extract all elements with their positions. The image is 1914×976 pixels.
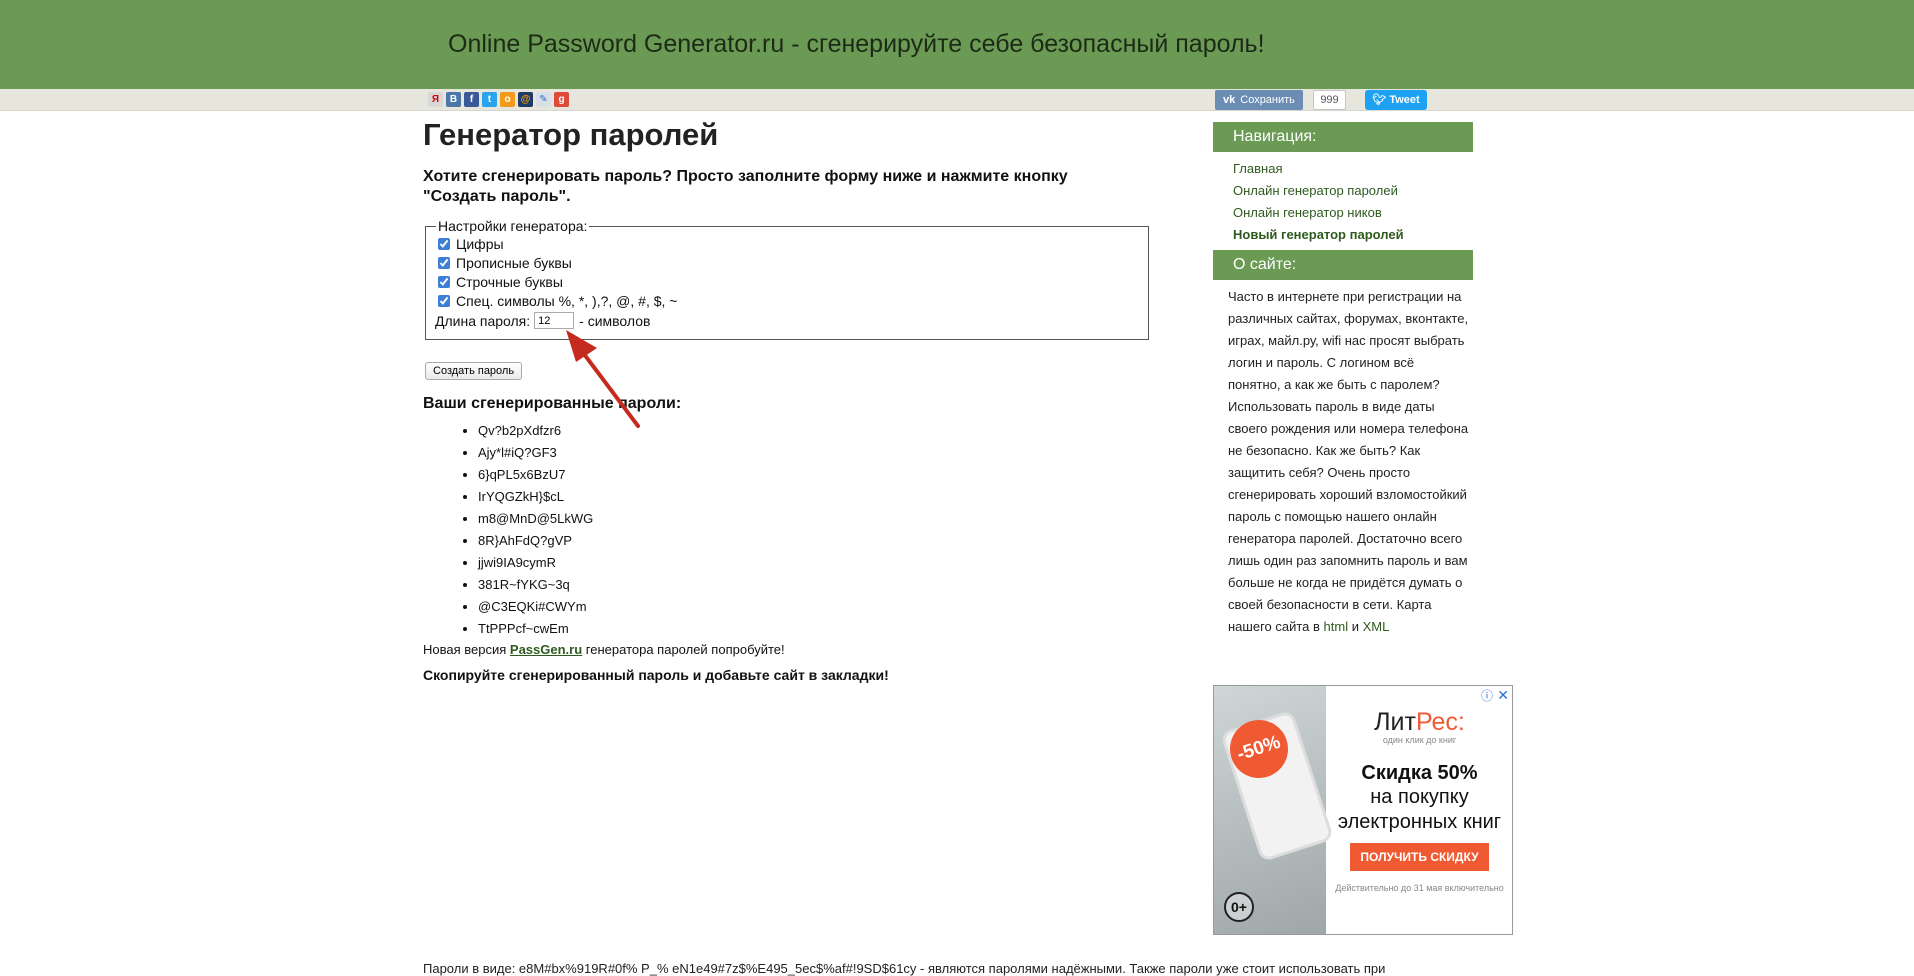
intro-text: Хотите сгенерировать пароль? Просто запо…	[423, 168, 1068, 205]
option-lowercase[interactable]: Строчные буквы	[438, 272, 1138, 291]
twitter-bird-icon: 🐦︎	[1372, 94, 1387, 106]
list-item[interactable]: Ajy*l#iQ?GF3	[478, 442, 1153, 464]
new-version-suffix: генератора паролей попробуйте!	[585, 642, 785, 657]
lowercase-checkbox[interactable]	[438, 275, 450, 288]
google-plus-icon[interactable]: g	[554, 92, 569, 107]
sidebar: Навигация: Главная Онлайн генератор паро…	[1213, 122, 1473, 638]
passgen-link[interactable]: PassGen.ru	[510, 642, 582, 657]
tweet-button[interactable]: 🐦︎ Tweet	[1365, 90, 1427, 110]
main-content: Генератор паролей Хотите сгенерировать п…	[423, 112, 1153, 683]
list-item[interactable]: 8R}AhFdQ?gVP	[478, 530, 1153, 552]
option-label: Прописные буквы	[456, 254, 572, 271]
site-title: Online Password Generator.ru - сгенериру…	[448, 30, 1265, 58]
generator-settings: Настройки генератора: Цифры Прописные бу…	[425, 218, 1149, 340]
nav-title: Навигация:	[1213, 122, 1473, 152]
sidebar-item-password-generator[interactable]: Онлайн генератор паролей	[1233, 180, 1473, 202]
list-item[interactable]: IrYQGZkH}$cL	[478, 486, 1153, 508]
ad-cta-button[interactable]: ПОЛУЧИТЬ СКИДКУ	[1350, 843, 1489, 871]
length-row: Длина пароля: - символов	[435, 312, 1138, 329]
generate-button[interactable]: Создать пароль	[425, 362, 523, 380]
tweet-label: Tweet	[1389, 94, 1420, 106]
livejournal-icon[interactable]: ✎	[536, 92, 551, 107]
mailru-icon[interactable]: @	[518, 92, 533, 107]
ad-image: -50% 0+	[1214, 686, 1331, 934]
list-item[interactable]: @C3EQKi#CWYm	[478, 596, 1153, 618]
logo-part-accent: Рес:	[1415, 708, 1465, 736]
ad-description: на покупку электронных книг	[1337, 786, 1502, 833]
about-title: О сайте:	[1213, 250, 1473, 280]
bottom-paragraph: Пароли в виде: e8M#bx%919R#0f% P_% eN1e4…	[423, 961, 1386, 976]
sidebar-item-new-generator[interactable]: Новый генератор паролей	[1233, 224, 1473, 246]
vk-save-label: Сохранить	[1240, 94, 1295, 106]
vk-share-count: 999	[1313, 90, 1346, 110]
share-icons: Я В f t о @ ✎ g	[428, 92, 569, 107]
site-header: Online Password Generator.ru - сгенериру…	[0, 0, 1914, 89]
length-suffix: - символов	[579, 312, 651, 329]
option-digits[interactable]: Цифры	[438, 234, 1138, 253]
sitemap-xml-link[interactable]: XML	[1363, 619, 1390, 634]
length-label: Длина пароля:	[435, 312, 531, 329]
ad-title: Скидка 50%	[1361, 762, 1478, 784]
list-item[interactable]: 381R~fYKG~3q	[478, 574, 1153, 596]
ad-slogan: один клик до книг	[1382, 735, 1457, 745]
page-title: Генератор паролей	[423, 117, 719, 152]
logo-part: Лит	[1374, 708, 1416, 736]
sidebar-item-home[interactable]: Главная	[1233, 158, 1473, 180]
special-checkbox[interactable]	[438, 294, 450, 307]
new-version-note: Новая версия PassGen.ru генератора парол…	[423, 642, 1153, 657]
vk-icon[interactable]: В	[446, 92, 461, 107]
about-text: Часто в интернете при регистрации на раз…	[1213, 280, 1473, 638]
yandex-icon[interactable]: Я	[428, 92, 443, 107]
option-special[interactable]: Спец. символы %, *, ),?, @, #, $, ~	[438, 291, 1138, 310]
sitemap-html-link[interactable]: html	[1324, 619, 1349, 634]
new-version-prefix: Новая версия	[423, 642, 507, 657]
uppercase-checkbox[interactable]	[438, 256, 450, 269]
vk-icon: vk	[1223, 94, 1236, 106]
odnoklassniki-icon[interactable]: о	[500, 92, 515, 107]
close-icon[interactable]: ✕	[1497, 687, 1509, 704]
about-and: и	[1351, 619, 1359, 634]
list-item[interactable]: Qv?b2pXdfzr6	[478, 420, 1153, 442]
ad-info-icon[interactable]: ⓘ	[1481, 687, 1493, 704]
list-item[interactable]: 6}qPL5x6BzU7	[478, 464, 1153, 486]
about-body: Часто в интернете при регистрации на раз…	[1228, 289, 1469, 634]
option-label: Строчные буквы	[456, 273, 563, 290]
list-item[interactable]: m8@MnD@5LkWG	[478, 508, 1153, 530]
sidebar-item-nick-generator[interactable]: Онлайн генератор ников	[1233, 202, 1473, 224]
option-label: Цифры	[456, 235, 504, 252]
password-list: Qv?b2pXdfzr6 Ajy*l#iQ?GF3 6}qPL5x6BzU7 I…	[478, 420, 1153, 640]
ad-banner[interactable]: -50% 0+ ЛитРес: один клик до книг Скидка…	[1213, 685, 1513, 935]
ad-content: ЛитРес: один клик до книг Скидка 50% на …	[1326, 686, 1512, 934]
ad-note: Действительно до 31 мая включительно	[1335, 883, 1504, 893]
vk-save-button[interactable]: vk Сохранить	[1215, 90, 1303, 110]
copy-note: Скопируйте сгенерированный пароль и доба…	[423, 667, 889, 683]
sidebar-nav: Главная Онлайн генератор паролей Онлайн …	[1213, 152, 1473, 250]
facebook-icon[interactable]: f	[464, 92, 479, 107]
ad-logo: ЛитРес:	[1326, 708, 1512, 737]
share-bar: Я В f t о @ ✎ g vk Сохранить 999 🐦︎ Twee…	[0, 89, 1914, 111]
list-item[interactable]: jjwi9IA9cymR	[478, 552, 1153, 574]
length-input[interactable]	[534, 312, 575, 329]
twitter-icon[interactable]: t	[482, 92, 497, 107]
age-rating: 0+	[1224, 892, 1254, 922]
results-title: Ваши сгенерированные пароли:	[423, 395, 682, 412]
option-label: Спец. символы %, *, ),?, @, #, $, ~	[456, 292, 678, 309]
list-item[interactable]: TtPPPcf~cwEm	[478, 618, 1153, 640]
digits-checkbox[interactable]	[438, 237, 450, 250]
settings-legend: Настройки генератора:	[438, 218, 588, 234]
option-uppercase[interactable]: Прописные буквы	[438, 253, 1138, 272]
